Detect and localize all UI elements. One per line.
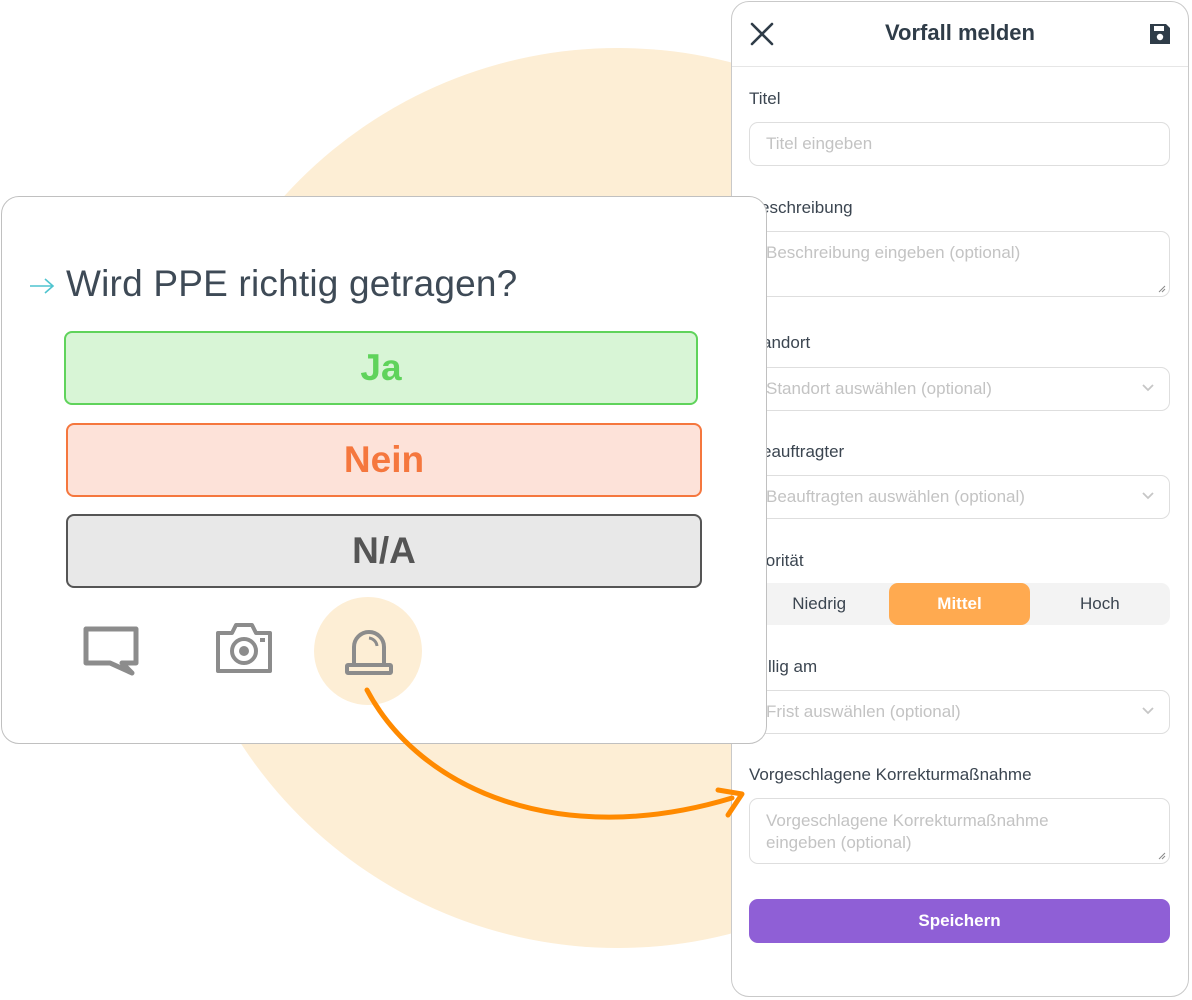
question-card: Wird PPE richtig getragen? Ja Nein N/A	[1, 196, 767, 744]
title-label: Titel	[749, 89, 781, 108]
chevron-down-icon	[1142, 384, 1154, 392]
priority-medium[interactable]: Mittel	[889, 583, 1030, 625]
priority-label: iorität	[762, 551, 804, 570]
camera-icon[interactable]	[214, 619, 274, 675]
save-icon[interactable]	[1148, 22, 1172, 46]
assignee-label: eauftragter	[762, 442, 845, 461]
resize-handle-icon[interactable]	[1158, 285, 1166, 293]
due-date-select[interactable]: Frist auswählen (optional)	[749, 690, 1170, 734]
location-placeholder: Standort auswählen (optional)	[766, 379, 992, 398]
location-select[interactable]: Standort auswählen (optional)	[749, 367, 1170, 411]
location-label: andort	[762, 333, 811, 352]
description-label: eschreibung	[760, 198, 853, 217]
priority-high[interactable]: Hoch	[1030, 583, 1170, 625]
report-incident-panel: Vorfall melden Titel Titel eingeben esch…	[731, 1, 1189, 997]
panel-header: Vorfall melden	[732, 2, 1188, 67]
resize-handle-icon[interactable]	[1158, 852, 1166, 860]
description-input[interactable]: Beschreibung eingeben (optional)	[749, 231, 1170, 297]
assignee-select[interactable]: Beauftragten auswählen (optional)	[749, 475, 1170, 519]
corrective-action-input[interactable]: Vorgeschlagene Korrekturmaßnahme eingebe…	[749, 798, 1170, 864]
answer-no-button[interactable]: Nein	[66, 423, 702, 497]
title-placeholder: Titel eingeben	[766, 134, 873, 153]
due-date-placeholder: Frist auswählen (optional)	[766, 702, 961, 721]
corrective-action-placeholder-line1: Vorgeschlagene Korrekturmaßnahme	[766, 811, 1049, 830]
arrow-right-icon	[30, 278, 55, 294]
chevron-down-icon	[1142, 492, 1154, 500]
priority-segmented-control: Niedrig Mittel Hoch	[749, 583, 1170, 625]
title-input[interactable]: Titel eingeben	[749, 122, 1170, 166]
answer-yes-button[interactable]: Ja	[64, 331, 698, 405]
priority-low[interactable]: Niedrig	[749, 583, 889, 625]
corrective-action-placeholder-line2: eingeben (optional)	[766, 833, 912, 852]
chevron-down-icon	[1142, 707, 1154, 715]
save-button[interactable]: Speichern	[749, 899, 1170, 943]
comment-icon[interactable]	[82, 625, 140, 677]
panel-title: Vorfall melden	[885, 20, 1035, 45]
due-date-label: llig am	[768, 657, 818, 676]
alarm-icon[interactable]	[342, 623, 396, 677]
assignee-placeholder: Beauftragten auswählen (optional)	[766, 487, 1025, 506]
description-placeholder: Beschreibung eingeben (optional)	[766, 243, 1021, 262]
question-text: Wird PPE richtig getragen?	[66, 263, 518, 304]
answer-na-button[interactable]: N/A	[66, 514, 702, 588]
corrective-action-label: Vorgeschlagene Korrekturmaßnahme	[749, 765, 1032, 784]
